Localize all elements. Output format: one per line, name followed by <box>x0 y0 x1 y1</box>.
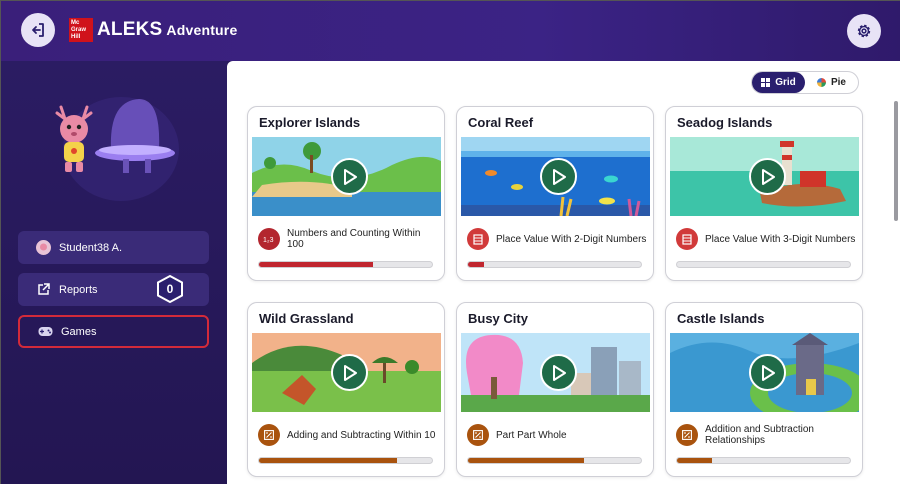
game-card[interactable]: Explorer Islands 1₂3 Numbers and Countin… <box>247 106 445 281</box>
play-icon <box>343 168 357 185</box>
play-icon <box>761 168 775 185</box>
brand: Mc Graw Hill ALEKS Adventure <box>69 18 237 42</box>
pie-view-button[interactable]: Pie <box>805 72 858 93</box>
progress-bar <box>467 457 642 464</box>
play-icon <box>552 168 566 185</box>
place-value-icon <box>467 228 489 250</box>
scrollbar[interactable] <box>894 101 898 221</box>
progress-bar <box>676 457 851 464</box>
game-card[interactable]: Seadog Islands Place Value With 3-Digit … <box>665 106 863 281</box>
card-title: Castle Islands <box>677 311 765 326</box>
skill-label: Numbers and Counting Within 100 <box>287 228 421 250</box>
pie-label: Pie <box>830 77 846 88</box>
skill-label: Place Value With 2-Digit Numbers <box>496 233 647 245</box>
mcgraw-hill-logo: Mc Graw Hill <box>69 18 93 42</box>
reports-count: 0 <box>166 282 174 296</box>
card-title: Coral Reef <box>468 115 534 130</box>
card-title: Wild Grassland <box>259 311 354 326</box>
sidebar: Student38 A. Reports 0 Games <box>1 61 227 484</box>
progress-bar <box>258 261 433 268</box>
numbers-icon: 1₂3 <box>258 228 280 250</box>
student-name: Student38 A. <box>59 241 122 254</box>
card-illustration <box>461 137 650 216</box>
reports-count-badge: 0 <box>155 274 185 304</box>
game-card[interactable]: Coral Reef Place Value With 2-Digit Numb… <box>456 106 654 281</box>
games-label: Games <box>61 325 97 338</box>
avatar <box>36 240 51 255</box>
progress-bar <box>258 457 433 464</box>
game-card[interactable]: Busy City Part Part Whole <box>456 302 654 477</box>
card-illustration <box>252 137 441 216</box>
card-title: Seadog Islands <box>677 115 773 130</box>
grid-icon <box>761 78 771 87</box>
external-link-icon <box>36 282 51 297</box>
play-button[interactable] <box>540 158 577 195</box>
exit-button[interactable] <box>21 13 55 47</box>
play-button[interactable] <box>331 354 368 391</box>
app-suffix: Adventure <box>166 22 238 38</box>
card-illustration <box>670 333 859 412</box>
exit-icon <box>32 23 44 37</box>
skill-label: Addition and Subtraction Relationships <box>705 424 814 446</box>
play-icon <box>552 364 566 381</box>
play-button[interactable] <box>331 158 368 195</box>
place-value-icon <box>676 228 698 250</box>
reports-label: Reports <box>59 283 98 296</box>
student-profile[interactable]: Student38 A. <box>18 231 209 264</box>
reports-nav-item[interactable]: Reports 0 <box>18 273 209 306</box>
pie-icon <box>816 78 826 87</box>
game-card[interactable]: Wild Grassland Adding and Subtracting Wi… <box>247 302 445 477</box>
app-name: ALEKS <box>97 19 163 40</box>
mascot-illustration <box>49 87 179 207</box>
games-nav-item[interactable]: Games <box>18 315 209 348</box>
main-content: Grid Pie Explorer Islands 1₂3 Numbers an… <box>227 61 900 484</box>
view-toggle: Grid Pie <box>751 71 859 94</box>
progress-bar <box>467 261 642 268</box>
progress-bar <box>676 261 851 268</box>
card-title: Explorer Islands <box>259 115 361 130</box>
operations-icon <box>258 424 280 446</box>
play-button[interactable] <box>540 354 577 391</box>
svg-text:1₂3: 1₂3 <box>263 237 274 244</box>
card-illustration <box>670 137 859 216</box>
grid-view-button[interactable]: Grid <box>752 72 805 93</box>
gamepad-icon <box>38 324 53 339</box>
skill-label: Adding and Subtracting Within 10 <box>287 429 436 441</box>
card-title: Busy City <box>468 311 528 326</box>
game-card[interactable]: Castle Islands Addition and Subtraction … <box>665 302 863 477</box>
grid-label: Grid <box>775 77 796 88</box>
top-bar: Mc Graw Hill ALEKS Adventure <box>1 1 900 61</box>
gear-icon <box>857 24 871 38</box>
operations-icon <box>467 424 489 446</box>
operations-icon <box>676 424 698 446</box>
skill-label: Place Value With 3-Digit Numbers <box>705 233 856 245</box>
skill-label: Part Part Whole <box>496 429 567 441</box>
play-button[interactable] <box>749 354 786 391</box>
play-button[interactable] <box>749 158 786 195</box>
card-illustration <box>252 333 441 412</box>
play-icon <box>761 364 775 381</box>
card-illustration <box>461 333 650 412</box>
play-icon <box>343 364 357 381</box>
settings-button[interactable] <box>847 14 881 48</box>
